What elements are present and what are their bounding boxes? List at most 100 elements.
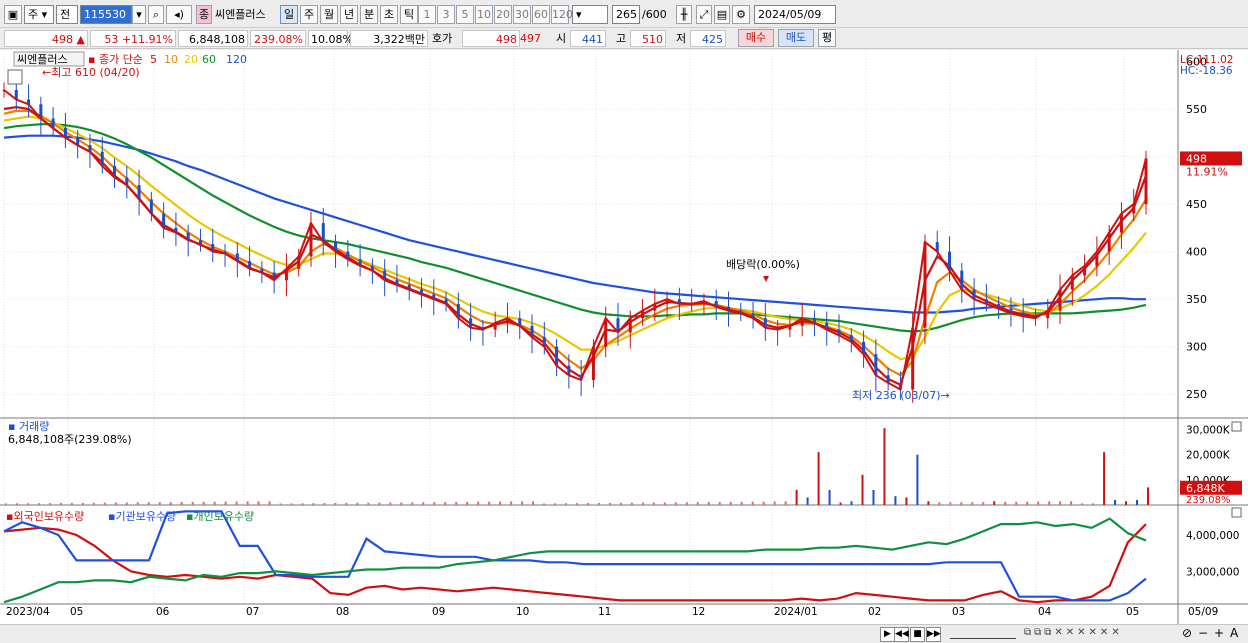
x-tick-label: 12 <box>692 606 705 618</box>
volume-bar <box>916 454 919 505</box>
volume-bar <box>510 501 513 505</box>
volume-tag-pct: 239.08% <box>1186 495 1231 506</box>
x-tick-label: 11 <box>598 606 611 618</box>
interval-custom-select[interactable]: ▾ <box>572 5 608 24</box>
period-tab-0[interactable]: 일 <box>280 5 298 24</box>
volume-bar <box>1136 499 1139 505</box>
period-tab-5[interactable]: 초 <box>380 5 398 24</box>
search-icon[interactable]: ⌕ <box>148 5 164 24</box>
period-tab-6[interactable]: 틱 <box>400 5 418 24</box>
volume-bar <box>1081 503 1084 505</box>
volume-bar <box>202 501 205 505</box>
period-icon[interactable]: ⊘ <box>1182 626 1192 640</box>
volume-bar <box>411 502 414 505</box>
volume-bar <box>488 501 491 505</box>
x-tick-label: 09 <box>432 606 445 618</box>
low-marker: 최저 236 (03/07)→ <box>852 389 950 402</box>
volume-bar <box>5 503 7 505</box>
interval-button-120[interactable]: 120 <box>551 5 573 24</box>
holdings-tick-label: 3,000,000 <box>1186 566 1239 578</box>
zoom-slider[interactable] <box>950 629 1016 639</box>
chart-footer: ▶ ◀◀ ■ ▶▶ ⧉⧉⧉✕✕✕✕✕✕ ⊘ − + A <box>0 624 1248 643</box>
volume-bar <box>367 502 370 505</box>
volume-bar <box>971 502 974 505</box>
period-tab-4[interactable]: 분 <box>360 5 378 24</box>
legend-ma-20: 20 <box>184 53 198 66</box>
volume-bar <box>114 502 117 505</box>
code-dropdown-icon[interactable]: ▾ <box>132 5 146 24</box>
chart-area[interactable]: 2023/04 05 06 07 08 09 10 11 12 2024/01 02 03 04 05 05… <box>0 50 1248 624</box>
count-input[interactable]: 265 <box>612 5 640 24</box>
eval-button[interactable]: 평 <box>818 29 836 47</box>
volume-bar <box>630 502 633 505</box>
volume-bar <box>290 503 293 505</box>
panel-close-icon <box>1231 421 1242 432</box>
interval-button-60[interactable]: 60 <box>532 5 550 24</box>
current-price: 498 ▲ <box>4 30 88 47</box>
stop-button[interactable]: ■ <box>910 627 925 642</box>
zoom-in-icon[interactable]: + <box>1214 626 1224 640</box>
price-tick-label: 400 <box>1186 246 1207 259</box>
interval-button-5[interactable]: 5 <box>456 5 474 24</box>
volume-panel-title: ▪ 거래량 <box>8 420 49 433</box>
volume-bar <box>740 501 743 505</box>
chart-svg[interactable]: 2023/04 05 06 07 08 09 10 11 12 2024/01 02 03 04 05 05… <box>0 50 1248 624</box>
volume-bar <box>477 501 480 505</box>
sell-button[interactable]: 매도 <box>778 29 814 47</box>
prev-select[interactable]: 전 <box>56 5 78 24</box>
volume-bar <box>345 502 348 505</box>
volume-bar <box>246 501 249 505</box>
volume-bar <box>718 501 721 505</box>
volume-bar <box>1103 452 1106 505</box>
layout-icon[interactable]: ▣ <box>4 5 22 24</box>
speaker-icon[interactable]: ◂) <box>166 5 192 24</box>
x-tick-label: 10 <box>516 606 529 618</box>
auto-scale-icon[interactable]: A <box>1230 626 1238 640</box>
volume-bar <box>960 502 963 505</box>
volume-bar <box>400 502 403 505</box>
count-max: /600 <box>642 8 667 21</box>
save-icon[interactable]: ▤ <box>714 5 730 24</box>
volume-bar <box>1114 499 1117 505</box>
volume-bar <box>663 502 666 505</box>
bid-label: 호가 <box>432 32 453 45</box>
x-tick-label: 03 <box>952 606 965 618</box>
volume-bar <box>674 502 677 505</box>
interval-button-10[interactable]: 10 <box>475 5 493 24</box>
period-tab-1[interactable]: 주 <box>300 5 318 24</box>
zoom-out-icon[interactable]: − <box>1198 626 1208 640</box>
scroll-right-button[interactable]: ▶ <box>880 627 895 642</box>
volume-bar <box>554 503 557 505</box>
volume-tick-label: 30,000K <box>1186 425 1231 437</box>
chart-tool-icons[interactable]: ⧉⧉⧉✕✕✕✕✕✕ <box>1024 627 1123 638</box>
volume-bar <box>652 502 655 505</box>
legend-ma-60: 60 <box>202 53 216 66</box>
market-label: 주 <box>28 8 39 21</box>
stock-code-input[interactable]: 115530 <box>80 5 132 24</box>
buy-button[interactable]: 매수 <box>738 29 774 47</box>
draw-tool-icon[interactable]: ⤢ <box>696 5 712 24</box>
volume-panel-value: 6,848,108주(239.08%) <box>8 433 132 446</box>
period-tab-2[interactable]: 월 <box>320 5 338 24</box>
candle-icon[interactable]: ╫ <box>676 5 692 24</box>
high-price: 510 <box>630 30 666 47</box>
volume-bar <box>48 503 51 505</box>
volume-bar <box>773 501 776 505</box>
legend-stock-name: 씨엔플러스 <box>17 53 68 66</box>
date-input[interactable]: 2024/05/09 ▦ <box>754 5 836 38</box>
period-tab-3[interactable]: 년 <box>340 5 358 24</box>
legend-ma-10: 10 <box>164 53 178 66</box>
interval-button-3[interactable]: 3 <box>437 5 455 24</box>
scroll-end-button[interactable]: ▶▶ <box>926 627 941 642</box>
interval-button-30[interactable]: 30 <box>513 5 531 24</box>
volume-bar <box>795 489 798 505</box>
interval-button-1[interactable]: 1 <box>418 5 436 24</box>
market-select[interactable]: 주 ▾ <box>24 5 54 24</box>
settings-gear-icon[interactable]: ⚙ <box>732 5 750 24</box>
interval-button-20[interactable]: 20 <box>494 5 512 24</box>
volume-bar <box>356 502 359 505</box>
scroll-start-button[interactable]: ◀◀ <box>894 627 909 642</box>
volume-bar <box>685 502 688 505</box>
volume-bar <box>1092 503 1095 505</box>
x-tick-label: 07 <box>246 606 259 618</box>
